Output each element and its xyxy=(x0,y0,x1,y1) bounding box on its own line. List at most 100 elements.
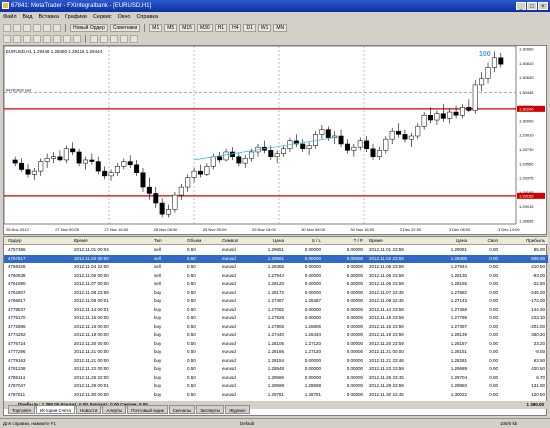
menu-item[interactable]: Вид xyxy=(23,14,33,20)
table-row[interactable]: 4787611 2012.11.30 00:00 buy 0.50 eurusd 1.29… xyxy=(4,391,548,399)
menu-item[interactable]: Окно xyxy=(118,14,131,20)
terminal-tab[interactable]: История Счета xyxy=(35,405,75,414)
column-header[interactable]: Прибыль xyxy=(501,237,545,245)
terminal-icon[interactable] xyxy=(53,24,61,32)
candle-body xyxy=(25,169,31,175)
menu-item[interactable]: Сервис xyxy=(93,14,112,20)
table-cell: 1.27120 xyxy=(304,349,321,354)
maximize-button[interactable]: □ xyxy=(527,2,537,10)
table-row[interactable]: 4762807 2012.11.08 23:59 buy 0.50 eurusd 1.28… xyxy=(4,289,548,297)
terminal-history-table: Ордер Время Тип Объем Символ Цена S / LT / P Вр… xyxy=(3,236,548,416)
new-order-button[interactable]: Новый Ордер xyxy=(70,24,108,32)
table-row[interactable]: 4757386 2012.11.01 00:04 sell 0.50 eurusd 1.2… xyxy=(4,246,548,254)
terminal-tab[interactable]: Сигналы xyxy=(168,405,195,414)
timeframe-button-d1[interactable]: D1 xyxy=(243,24,256,32)
table-row[interactable]: 4774282 2012.11.19 00:00 buy 0.50 eurusd 1.27… xyxy=(4,331,548,339)
advisors-button[interactable]: Советники xyxy=(109,24,141,32)
table-row[interactable]: 4772886 2012.11.16 00:00 buy 0.50 eurusd 1.27… xyxy=(4,323,548,331)
column-header[interactable]: S / L xyxy=(287,237,321,245)
cursor-icon[interactable] xyxy=(3,35,11,43)
table-cell: 0.00000 xyxy=(304,255,321,261)
market-watch-icon[interactable] xyxy=(23,24,31,32)
menu-item[interactable]: Справка xyxy=(136,14,158,20)
timeframe-button-m1[interactable]: M1 xyxy=(149,24,163,32)
column-header[interactable]: Своп xyxy=(470,237,498,245)
table-cell: 1.29860 xyxy=(450,383,467,388)
table-row[interactable]: 4775170 2012.11.15 00:00 buy 0.50 eurusd 1.27… xyxy=(4,314,548,322)
terminal-tab[interactable]: Новости xyxy=(75,405,102,414)
table-row[interactable]: 4787047 2012.11.29 00:01 buy 0.50 eurusd 1.29… xyxy=(4,382,548,390)
data-window-icon[interactable] xyxy=(33,24,41,32)
minimize-button[interactable]: _ xyxy=(516,2,526,10)
text-icon[interactable] xyxy=(73,35,81,43)
terminal-tab[interactable]: Торговля xyxy=(8,405,35,414)
new-chart-icon[interactable] xyxy=(3,24,11,32)
column-header[interactable]: Тип xyxy=(154,237,182,245)
table-cell: 4779163 xyxy=(8,357,26,363)
price-chart[interactable]: #4761992 sell EURUSD,H1 1.29448 1.29450 1… xyxy=(4,46,546,234)
timeframe-button-mn[interactable]: MN xyxy=(273,24,288,32)
timeframe-button-h4[interactable]: H4 xyxy=(229,24,242,32)
zoom-in-icon[interactable] xyxy=(120,35,128,43)
zoom-out-icon[interactable] xyxy=(130,35,138,43)
table-row[interactable]: 4757617 2012.11.02 00:00 sell 0.50 eurusd 1.2… xyxy=(4,254,548,263)
navigator-icon[interactable] xyxy=(43,24,51,32)
menu-item[interactable]: Вставка xyxy=(38,14,58,20)
table-cell: buy xyxy=(154,315,162,320)
table-cell: buy xyxy=(154,298,162,303)
table-row[interactable]: 4779163 2012.11.21 00:00 buy 0.50 eurusd 1.28… xyxy=(4,357,548,365)
table-row[interactable]: 4778537 2012.11.14 00:01 buy 0.50 eurusd 1.27… xyxy=(4,306,548,314)
line-chart-icon[interactable] xyxy=(110,35,118,43)
table-cell: eurusd xyxy=(222,255,236,261)
candle-body xyxy=(396,130,402,135)
menu-item[interactable]: Графики xyxy=(65,14,87,20)
table-row[interactable]: 4761990 2012.11.07 00:00 sell 0.50 eurusd 1.2… xyxy=(4,280,548,288)
timeframe-button-h1[interactable]: H1 xyxy=(214,24,228,32)
table-cell: eurusd xyxy=(222,281,236,286)
table-row[interactable]: 4766917 2012.11.09 00:01 buy 0.50 eurusd 1.27… xyxy=(4,297,548,305)
terminal-tab[interactable]: Почтовый ящик xyxy=(127,405,168,414)
column-header[interactable]: Цена xyxy=(252,237,284,245)
table-row[interactable]: 4777296 2012.11.21 00:00 buy 0.50 eurusd 1.28… xyxy=(4,348,548,356)
column-header[interactable]: Цена xyxy=(435,237,467,245)
table-cell: 0.00000 xyxy=(346,391,363,397)
column-header[interactable]: Символ xyxy=(222,237,250,245)
terminal-tab[interactable]: Алерты xyxy=(102,405,127,414)
crosshair-icon[interactable] xyxy=(13,35,21,43)
table-row[interactable]: 4776724 2012.11.20 00:00 buy 0.50 eurusd 1.28… xyxy=(4,340,548,348)
bar-chart-icon[interactable] xyxy=(90,35,98,43)
chart-window[interactable]: #4761992 sell EURUSD,H1 1.29448 1.29450 1… xyxy=(3,45,547,235)
trendline-icon[interactable] xyxy=(43,35,51,43)
close-button[interactable]: × xyxy=(538,2,548,10)
timeframe-button-m30[interactable]: M30 xyxy=(196,24,213,32)
horizontal-line-icon[interactable] xyxy=(33,35,41,43)
table-row[interactable]: 4785114 2012.11.25 22:00 buy 0.50 eurusd 1.29… xyxy=(4,374,548,382)
column-header[interactable]: Время xyxy=(74,237,149,245)
table-row[interactable]: 4759326 2012.11.04 22:00 sell 0.50 eurusd 1.2… xyxy=(4,263,548,271)
table-cell: 2012.11.06 23:59 xyxy=(369,281,404,286)
terminal-tab[interactable]: Журнал xyxy=(225,405,250,414)
column-header[interactable]: T / P xyxy=(327,237,363,245)
column-header[interactable]: Ордер xyxy=(8,237,68,245)
table-cell: 0.00000 xyxy=(304,272,321,278)
table-row[interactable]: 4781238 2012.11.22 00:00 buy 0.50 eurusd 1.28… xyxy=(4,365,548,373)
timeframe-button-m5[interactable]: M5 xyxy=(164,24,178,32)
table-cell: 0.00000 xyxy=(346,264,363,269)
terminal-tab[interactable]: Эксперты xyxy=(195,405,225,414)
candle-body xyxy=(134,164,140,173)
candle-body xyxy=(185,177,191,188)
menu-item[interactable]: Файл xyxy=(3,14,17,20)
table-cell: 0.00000 xyxy=(304,264,321,269)
table-cell: eurusd xyxy=(222,298,236,303)
table-row[interactable]: 4760638 2012.11.06 00:00 sell 0.50 eurusd 1.2… xyxy=(4,272,548,280)
timeframe-button-w1[interactable]: W1 xyxy=(257,24,272,32)
vertical-line-icon[interactable] xyxy=(23,35,31,43)
channel-icon[interactable] xyxy=(53,35,61,43)
candles-icon[interactable] xyxy=(100,35,108,43)
column-header[interactable]: Время xyxy=(369,237,429,245)
timeframe-button-m15[interactable]: M15 xyxy=(179,24,195,32)
profiles-icon[interactable] xyxy=(13,24,21,32)
fibonacci-icon[interactable] xyxy=(63,35,71,43)
candle-body xyxy=(38,161,44,172)
column-header[interactable]: Объем xyxy=(187,237,213,245)
